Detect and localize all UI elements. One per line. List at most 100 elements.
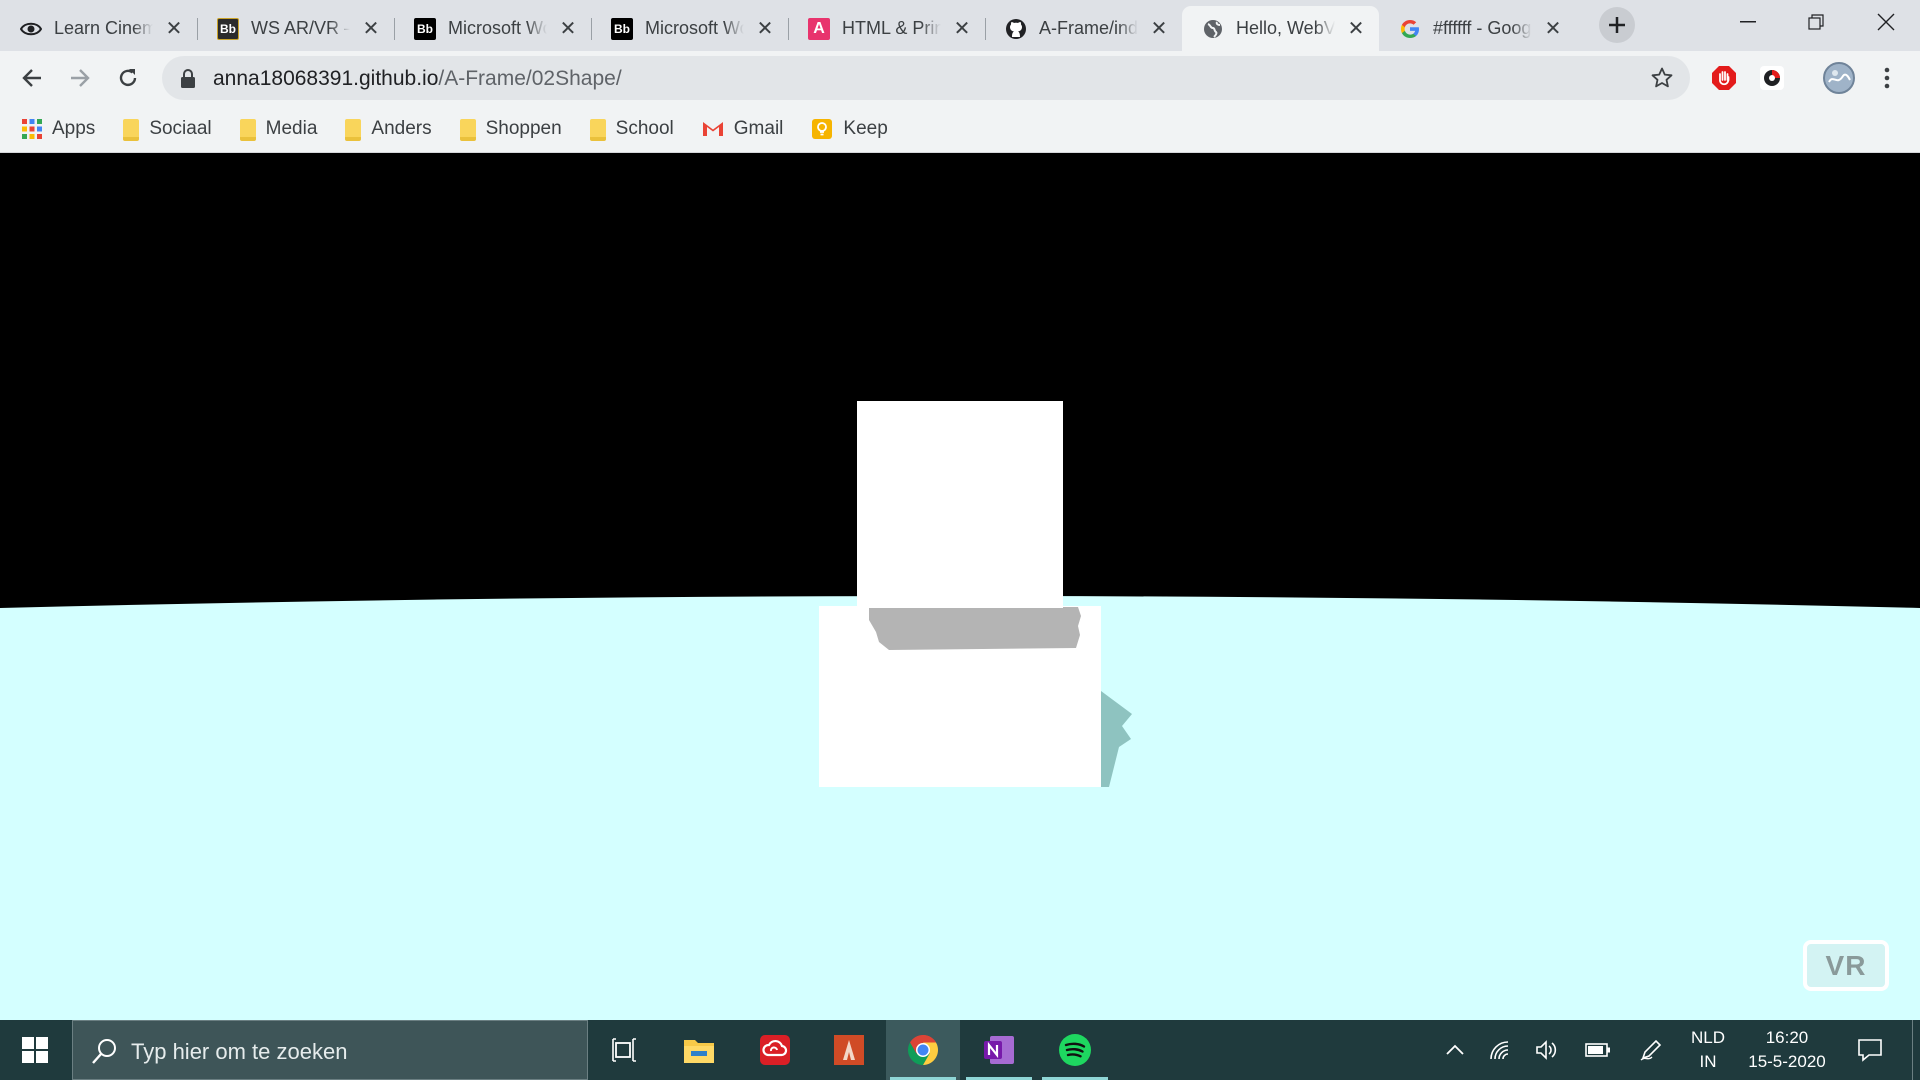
address-bar[interactable]: anna18068391.github.io/A-Frame/02Shape/ <box>162 56 1690 100</box>
task-view-button[interactable] <box>588 1020 662 1080</box>
keep-icon <box>812 118 833 139</box>
tab-microsoft-word-2[interactable]: Bb Microsoft Word ✕ <box>591 6 788 51</box>
tab-title: Hello, WebVR <box>1236 18 1335 38</box>
enter-vr-button[interactable]: VR <box>1803 940 1889 991</box>
extension-icon[interactable] <box>1757 63 1787 93</box>
tab-title: Learn Cinema 4D <box>54 18 153 38</box>
tab-title: Microsoft Word <box>645 18 744 38</box>
network-button[interactable] <box>1486 1020 1516 1080</box>
bookmark-school[interactable]: School <box>589 118 674 141</box>
close-icon <box>1877 13 1895 31</box>
input-language-button[interactable]: NLD IN <box>1682 1020 1734 1080</box>
adobe-icon: A <box>808 17 830 40</box>
start-button[interactable] <box>0 1020 70 1080</box>
file-explorer-button[interactable] <box>662 1020 736 1080</box>
wifi-icon <box>1490 1041 1509 1060</box>
creative-cloud-button[interactable] <box>738 1020 812 1080</box>
tab-title: HTML & Print <box>842 18 941 38</box>
google-icon <box>1399 18 1421 40</box>
adblock-extension-icon[interactable] <box>1709 63 1739 93</box>
forward-button[interactable] <box>62 60 98 96</box>
blackboard-icon: Bb <box>414 17 436 40</box>
bookmark-keep[interactable]: Keep <box>811 118 888 140</box>
chrome-taskbar-button[interactable] <box>886 1020 960 1080</box>
bookmark-apps[interactable]: Apps <box>22 118 95 140</box>
pen-icon <box>1640 1039 1662 1061</box>
tab-microsoft-word-1[interactable]: Bb Microsoft Word ✕ <box>394 6 591 51</box>
close-icon[interactable]: ✕ <box>953 19 971 39</box>
close-icon[interactable]: ✕ <box>165 19 183 39</box>
windows-logo-icon <box>22 1037 48 1063</box>
arrow-right-icon <box>71 69 90 87</box>
office-app-icon <box>834 1035 864 1065</box>
kebab-menu-icon <box>1884 67 1890 89</box>
apps-grid-icon <box>22 118 42 139</box>
tab-html-print[interactable]: A HTML & Print ✕ <box>788 6 985 51</box>
back-button[interactable] <box>14 60 50 96</box>
battery-button[interactable] <box>1580 1020 1616 1080</box>
github-icon <box>1005 18 1027 40</box>
folder-icon <box>345 118 362 141</box>
pen-workspace-button[interactable] <box>1634 1020 1668 1080</box>
eye-icon <box>20 18 42 40</box>
task-view-icon <box>612 1038 636 1062</box>
close-icon[interactable]: ✕ <box>1544 19 1562 39</box>
close-icon[interactable]: ✕ <box>362 19 380 39</box>
notification-icon <box>1858 1039 1882 1062</box>
tab-title: WS AR/VR – Blackboard <box>251 18 350 38</box>
speaker-icon <box>1536 1040 1557 1060</box>
arrow-left-icon <box>22 69 41 87</box>
tab-aframe-index[interactable]: A-Frame/index ✕ <box>985 6 1182 51</box>
tab-ws-ar-vr[interactable]: Bb WS AR/VR – Blackboard ✕ <box>197 6 394 51</box>
tab-hello-webvr[interactable]: Hello, WebVR ✕ <box>1182 6 1379 51</box>
search-icon <box>91 1037 119 1070</box>
volume-button[interactable] <box>1532 1020 1562 1080</box>
office-app-button[interactable] <box>812 1020 886 1080</box>
url-path: /A-Frame/02Shape/ <box>438 67 622 90</box>
bookmark-media[interactable]: Media <box>239 118 317 141</box>
blackboard-icon: Bb <box>611 17 633 40</box>
restore-button[interactable] <box>1782 0 1850 44</box>
bookmark-shoppen[interactable]: Shoppen <box>459 118 562 141</box>
bookmark-star-icon[interactable] <box>1650 66 1674 95</box>
tray-overflow-button[interactable] <box>1440 1020 1470 1080</box>
close-icon[interactable]: ✕ <box>756 19 774 39</box>
bookmark-sociaal[interactable]: Sociaal <box>123 118 212 141</box>
chevron-up-icon <box>1446 1044 1464 1055</box>
creative-cloud-icon <box>760 1035 790 1065</box>
close-icon[interactable]: ✕ <box>1347 19 1365 39</box>
close-icon[interactable]: ✕ <box>1150 19 1168 39</box>
input-mode: IN <box>1699 1052 1717 1071</box>
show-desktop-button[interactable] <box>1912 1020 1920 1080</box>
spotify-icon <box>1059 1034 1091 1066</box>
clock-button[interactable]: 16:20 15-5-2020 <box>1742 1020 1832 1080</box>
reload-button[interactable] <box>110 60 146 96</box>
folder-icon <box>123 118 140 141</box>
chrome-menu-button[interactable] <box>1872 63 1902 93</box>
taskbar-search-input[interactable] <box>131 1039 571 1065</box>
box-shadow <box>869 607 1081 650</box>
bookmark-anders[interactable]: Anders <box>345 118 432 141</box>
tab-title: Microsoft Word <box>448 18 547 38</box>
windows-taskbar: NLD IN 16:20 15-5-2020 <box>0 1020 1920 1080</box>
tab-google-ffffff[interactable]: #ffffff - Google ✕ <box>1379 6 1576 51</box>
taskbar-search-box[interactable] <box>72 1020 588 1080</box>
url-text: anna18068391.github.io/A-Frame/02Shape/ <box>213 67 622 91</box>
folder-icon <box>459 118 476 141</box>
tab-learn-cinema[interactable]: Learn Cinema 4D ✕ <box>0 6 197 51</box>
globe-icon <box>1202 18 1224 40</box>
close-window-button[interactable] <box>1852 0 1920 44</box>
action-center-button[interactable] <box>1848 1020 1892 1080</box>
spotify-button[interactable] <box>1038 1020 1112 1080</box>
tab-title: A-Frame/index <box>1039 18 1138 38</box>
aframe-scene-canvas[interactable]: VR <box>0 154 1920 1020</box>
vr-button-label: VR <box>1825 949 1867 981</box>
close-icon[interactable]: ✕ <box>559 19 577 39</box>
onenote-button[interactable] <box>962 1020 1036 1080</box>
profile-avatar[interactable] <box>1822 61 1856 95</box>
minimize-button[interactable] <box>1714 0 1782 44</box>
new-tab-button[interactable] <box>1599 7 1635 43</box>
language-code: NLD <box>1690 1028 1725 1047</box>
bookmark-gmail[interactable]: Gmail <box>702 118 783 140</box>
clock-time: 16:20 <box>1765 1028 1809 1047</box>
